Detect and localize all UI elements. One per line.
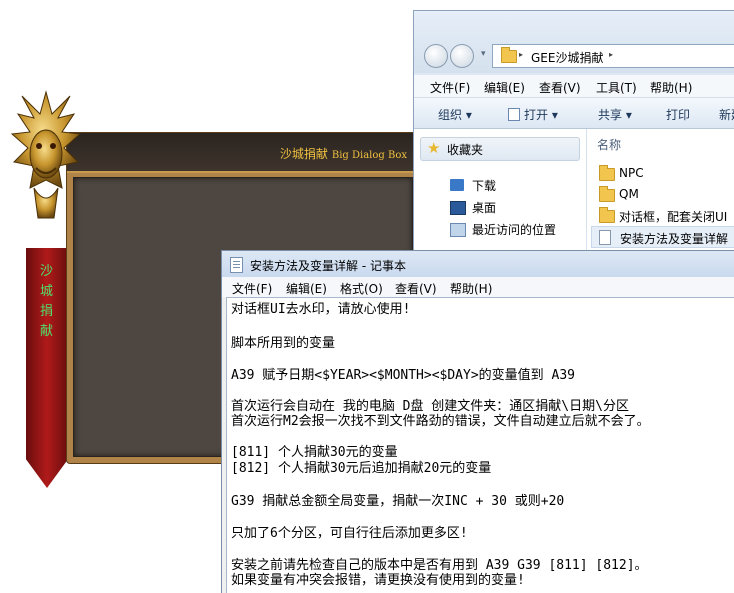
notepad-window: 安装方法及变量详解 - 记事本 文件(F) 编辑(E) 格式(O) 查看(V) … <box>221 250 734 593</box>
back-button[interactable] <box>424 44 448 68</box>
notepad-text-area[interactable]: 对话框UI去水印，请放心使用! 脚本所用到的变量 A39 赋予日期<$YEAR>… <box>226 297 734 593</box>
text-line: 首次运行会自动在 我的电脑 D盘 创建文件夹：通区捐献\日期\分区 <box>231 399 629 414</box>
banner-text: 沙 城 捐 献 <box>26 262 68 342</box>
column-header-name[interactable]: 名称 <box>597 136 621 153</box>
file-item-install-notes[interactable]: 安装方法及变量详解 <box>591 226 734 248</box>
nav-item-label: 桌面 <box>472 201 497 215</box>
menu-help[interactable]: 帮助(H) <box>650 79 692 96</box>
breadcrumb-folder[interactable]: GEE沙城捐献 <box>531 49 603 66</box>
explorer-command-bar: 组织 ▾ 打开 ▾ 共享 ▾ 打印 新建 <box>414 98 734 129</box>
desktop-icon <box>450 201 466 215</box>
menu-format[interactable]: 格式(O) <box>340 280 383 297</box>
recent-pages-icon[interactable]: ▾ <box>481 49 486 59</box>
game-side-banner: 沙 城 捐 献 <box>26 248 68 488</box>
star-icon: ★ <box>427 139 441 157</box>
game-title-cn: 沙城捐献 <box>279 147 328 161</box>
nav-item-label: 下载 <box>472 179 497 193</box>
text-file-icon <box>599 230 611 245</box>
breadcrumb-separator-icon[interactable]: ▸ <box>609 50 613 59</box>
text-line: 如果变量有冲突会报错，请更换没有使用到的变量! <box>231 573 525 588</box>
file-item-qm[interactable]: QM <box>597 184 734 204</box>
nav-favorites-label: 收藏夹 <box>447 143 484 157</box>
folder-icon <box>599 165 615 181</box>
file-item-npc[interactable]: NPC <box>597 163 734 183</box>
explorer-address-area: ▾ ▸ GEE沙城捐献 ▸ <box>414 11 734 73</box>
open-button[interactable]: 打开 ▾ <box>508 106 558 123</box>
text-line: 安装之前请先检查自己的版本中是否有用到 A39 G39 [811] [812]。 <box>231 558 648 573</box>
share-button[interactable]: 共享 ▾ <box>598 106 632 123</box>
game-dialog-title: 沙城捐献 Big Dialog Box <box>280 145 407 162</box>
text-line: 对话框UI去水印，请放心使用! <box>231 302 411 317</box>
download-icon <box>450 179 464 191</box>
open-label: 打开 ▾ <box>524 108 558 122</box>
organize-button[interactable]: 组织 ▾ <box>438 106 472 123</box>
notepad-title: 安装方法及变量详解 - 记事本 <box>250 259 406 273</box>
new-folder-button[interactable]: 新建 <box>719 106 734 123</box>
explorer-menubar: 文件(F) 编辑(E) 查看(V) 工具(T) 帮助(H) <box>414 75 734 98</box>
file-name: NPC <box>619 166 644 180</box>
forward-button[interactable] <box>450 44 474 68</box>
address-bar[interactable]: ▸ GEE沙城捐献 ▸ <box>492 44 734 68</box>
text-line: G39 捐献总金额全局变量，捐献一次INC + 30 或则+20 <box>231 494 565 509</box>
banner-char: 沙 <box>39 264 54 279</box>
menu-view[interactable]: 查看(V) <box>539 79 581 96</box>
folder-icon <box>501 47 517 63</box>
folder-icon <box>599 207 615 223</box>
file-name: QM <box>619 187 639 201</box>
notepad-menubar: 文件(F) 编辑(E) 格式(O) 查看(V) 帮助(H) <box>222 277 734 297</box>
navigation-pane: ★ 收藏夹 下载 桌面 最近访问的位置 <box>414 129 587 251</box>
menu-view[interactable]: 查看(V) <box>395 280 437 297</box>
notepad-titlebar[interactable]: 安装方法及变量详解 - 记事本 <box>222 251 734 277</box>
file-name: 对话框，配套关闭UI <box>619 210 728 224</box>
text-line: 只加了6个分区，可自行往后添加更多区! <box>231 526 468 541</box>
menu-file[interactable]: 文件(F) <box>430 79 470 96</box>
open-icon <box>508 108 520 121</box>
nav-item-label: 最近访问的位置 <box>472 223 557 237</box>
folder-icon <box>599 186 615 202</box>
recent-places-icon <box>450 223 466 237</box>
file-item-dialog[interactable]: 对话框，配套关闭UI <box>597 205 734 225</box>
menu-file[interactable]: 文件(F) <box>232 280 272 297</box>
file-name: 安装方法及变量详解 <box>620 232 729 246</box>
game-dialog-header: 沙城捐献 Big Dialog Box <box>67 133 421 173</box>
explorer-window: ▾ ▸ GEE沙城捐献 ▸ 文件(F) 编辑(E) 查看(V) 工具(T) 帮助… <box>413 10 734 252</box>
menu-help[interactable]: 帮助(H) <box>450 280 492 297</box>
notepad-icon <box>230 257 243 273</box>
text-line: [811] 个人捐献30元的变量 <box>231 445 398 460</box>
text-line: 脚本所用到的变量 <box>231 336 336 351</box>
banner-char: 献 <box>39 324 54 339</box>
nav-favorites[interactable]: ★ 收藏夹 <box>420 137 580 161</box>
file-list: 名称 NPC QM 对话框，配套关闭UI 安装方法及变量详解 <box>587 129 734 251</box>
banner-char: 捐 <box>39 304 54 319</box>
game-title-en: Big Dialog Box <box>331 150 407 161</box>
menu-edit[interactable]: 编辑(E) <box>286 280 327 297</box>
breadcrumb-separator-icon[interactable]: ▸ <box>519 50 523 59</box>
menu-tools[interactable]: 工具(T) <box>596 79 637 96</box>
text-line: 首次运行M2会报一次找不到文件路劲的错误，文件自动建立后就不会了。 <box>231 414 650 429</box>
print-button[interactable]: 打印 <box>666 106 690 123</box>
text-line: [812] 个人捐献30元后追加捐献20元的变量 <box>231 461 492 476</box>
text-line: A39 赋予日期<$YEAR><$MONTH><$DAY>的变量值到 A39 <box>231 368 575 383</box>
banner-char: 城 <box>39 284 54 299</box>
menu-edit[interactable]: 编辑(E) <box>484 79 525 96</box>
dragon-head-icon <box>10 90 82 219</box>
